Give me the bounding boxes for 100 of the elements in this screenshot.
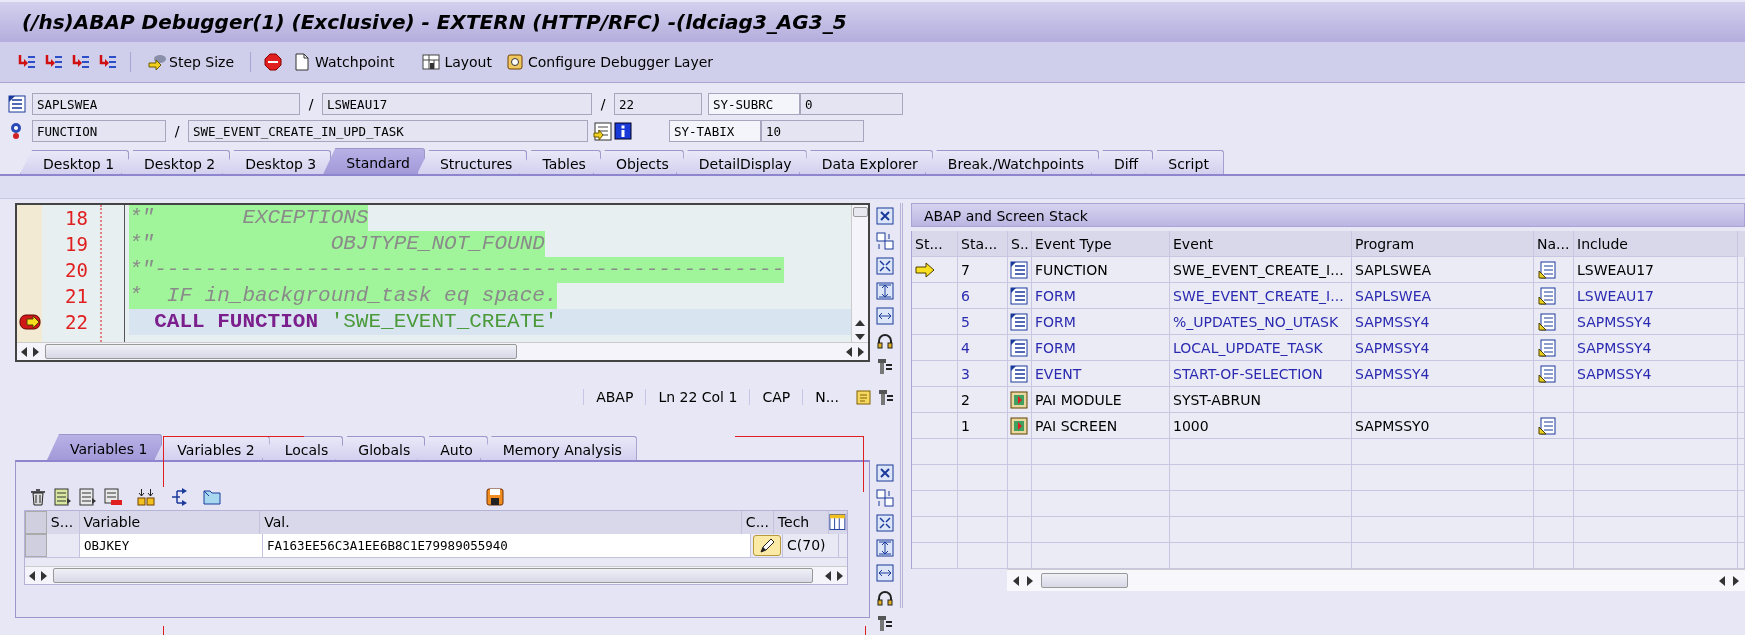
tab[interactable]: Desktop 3 (222, 150, 332, 174)
line-number: 20 (64, 258, 89, 283)
tab[interactable]: Memory Analysis (479, 436, 637, 460)
tab[interactable]: Desktop 1 (20, 150, 130, 174)
panel-button[interactable] (875, 256, 895, 276)
text-field[interactable]: FUNCTION (32, 120, 166, 142)
tool-icon (877, 388, 895, 406)
close-icon (876, 207, 894, 225)
annotation-line (163, 626, 164, 635)
panel-button[interactable] (875, 206, 895, 226)
layout-icon (422, 53, 442, 71)
toolbar-button[interactable]: Step Size (143, 51, 239, 73)
tab[interactable]: Standard (323, 148, 425, 174)
text-field[interactable]: SWE_EVENT_CREATE_IN_UPD_TASK (188, 120, 588, 142)
list-icon (8, 95, 26, 113)
fullscreen-icon (876, 257, 894, 275)
line-number: 19 (64, 232, 89, 257)
info-button[interactable] (613, 121, 633, 141)
code-line: CALL FUNCTION 'SWE_EVENT_CREATE' (153, 309, 558, 335)
step-icon (147, 53, 166, 71)
columns-icon[interactable] (829, 513, 847, 531)
status-text: Ln 22 Col 1 (645, 389, 750, 405)
edit-button[interactable] (753, 535, 781, 556)
field-label: SY-SUBRC (708, 93, 800, 115)
close-icon (876, 464, 894, 482)
panel-button[interactable] (875, 588, 895, 608)
folder-icon (203, 488, 222, 506)
panel-button[interactable] (875, 563, 895, 583)
separator-text: / (307, 96, 315, 112)
toolbar-button[interactable]: Configure Debugger Layer (501, 51, 718, 73)
text-field[interactable]: 10 (761, 120, 864, 142)
line-number: 22 (64, 310, 89, 335)
column-header[interactable]: S... (46, 511, 80, 534)
table-row[interactable]: 5 FORM %_UPDATES_NO_UTASK SAPMSSY4 SAPMSSY4 (912, 309, 1745, 335)
text-field[interactable]: 0 (800, 93, 903, 115)
expand-horizontal-icon (876, 307, 894, 325)
text-field[interactable]: LSWEAU17 (322, 93, 592, 115)
save-button[interactable] (485, 487, 505, 507)
tab[interactable]: Data Explorer (798, 150, 933, 174)
tab[interactable]: Variables 1 (47, 434, 163, 460)
tab[interactable]: Objects (592, 150, 684, 174)
text-field[interactable]: SAPLSWEA (32, 93, 300, 115)
headset-icon (876, 332, 894, 350)
tab[interactable]: Structures (417, 150, 528, 174)
tool-icon (876, 357, 894, 375)
tab[interactable]: Auto (417, 436, 488, 460)
trash-icon (29, 488, 48, 506)
info-icon (614, 122, 632, 140)
panel-button[interactable] (875, 281, 895, 301)
vertical-scrollbar[interactable] (851, 205, 868, 342)
panel-button[interactable] (875, 513, 895, 533)
status-text: ABAP (583, 389, 646, 405)
toolbar-button[interactable]: Layout (418, 51, 496, 73)
tab[interactable]: DetailDisplay (675, 150, 807, 174)
panel-button[interactable] (875, 356, 895, 376)
horizontal-scrollbar[interactable] (1007, 569, 1745, 591)
horizontal-scrollbar[interactable] (25, 566, 847, 584)
table-row[interactable]: 6 FORM SWE_EVENT_CREATE_I... SAPLSWEA LSWEAU17 (912, 283, 1745, 309)
expand-vertical-icon (876, 539, 894, 557)
tab[interactable]: Script (1145, 150, 1224, 174)
save-icon (486, 488, 504, 506)
tab[interactable]: Globals (335, 436, 426, 460)
annotation-line (865, 626, 866, 635)
fullscreen-icon (876, 514, 894, 532)
list-delete-icon (104, 488, 123, 506)
panel-button[interactable] (875, 613, 895, 633)
separator-text: / (173, 123, 181, 139)
table-cell: OBJKEY (80, 534, 263, 557)
expand-horizontal-icon (876, 564, 894, 582)
table-row[interactable]: 1 PAI SCREEN 1000 SAPMSSY0 (912, 413, 1745, 439)
panel-button[interactable] (875, 538, 895, 558)
panel-button[interactable] (875, 306, 895, 326)
step-arrow-icon (44, 53, 63, 71)
stop-icon (264, 53, 283, 71)
table-cell: C(70) (783, 534, 839, 557)
separator-text: / (599, 96, 607, 112)
line-number: 21 (64, 284, 89, 309)
text-field[interactable]: 22 (614, 93, 702, 115)
horizontal-scrollbar[interactable] (17, 342, 868, 360)
table-row[interactable]: 7 FUNCTION SWE_EVENT_CREATE_I... SAPLSWEA LSWEAU17 (912, 257, 1745, 283)
boxes-icon (137, 488, 156, 506)
table-row[interactable]: 4 FORM LOCAL_UPDATE_TASK SAPMSSY4 SAPMSSY4 (912, 335, 1745, 361)
stop-button[interactable] (263, 52, 284, 72)
expand-vertical-icon (876, 282, 894, 300)
table-row[interactable]: 2 PAI MODULE SYST-ABRUN (912, 387, 1745, 413)
toolbar-button[interactable]: Watchpoint (289, 51, 399, 73)
note-icon (855, 388, 873, 406)
tab[interactable]: Tables (519, 150, 601, 174)
tab[interactable]: Desktop 2 (121, 150, 231, 174)
line-number: 18 (64, 206, 89, 231)
panel-button[interactable] (875, 463, 895, 483)
panel-button[interactable] (875, 331, 895, 351)
list-icon (79, 488, 98, 506)
tool-icon (876, 614, 894, 632)
table-row[interactable]: 3 EVENT START-OF-SELECTION SAPMSSY4 SAPMSSY4 (912, 361, 1745, 387)
toolbar-button[interactable] (136, 487, 157, 507)
step-arrow-icon (17, 53, 36, 71)
field-label: SY-TABIX (669, 120, 761, 142)
tab[interactable]: Break./Watchpoints (924, 150, 1099, 174)
window-title: (/hs)ABAP Debugger(1) (Exclusive) - EXTERN (HTTP/RFC) -(ldciag3_AG3_5 (0, 0, 1745, 42)
